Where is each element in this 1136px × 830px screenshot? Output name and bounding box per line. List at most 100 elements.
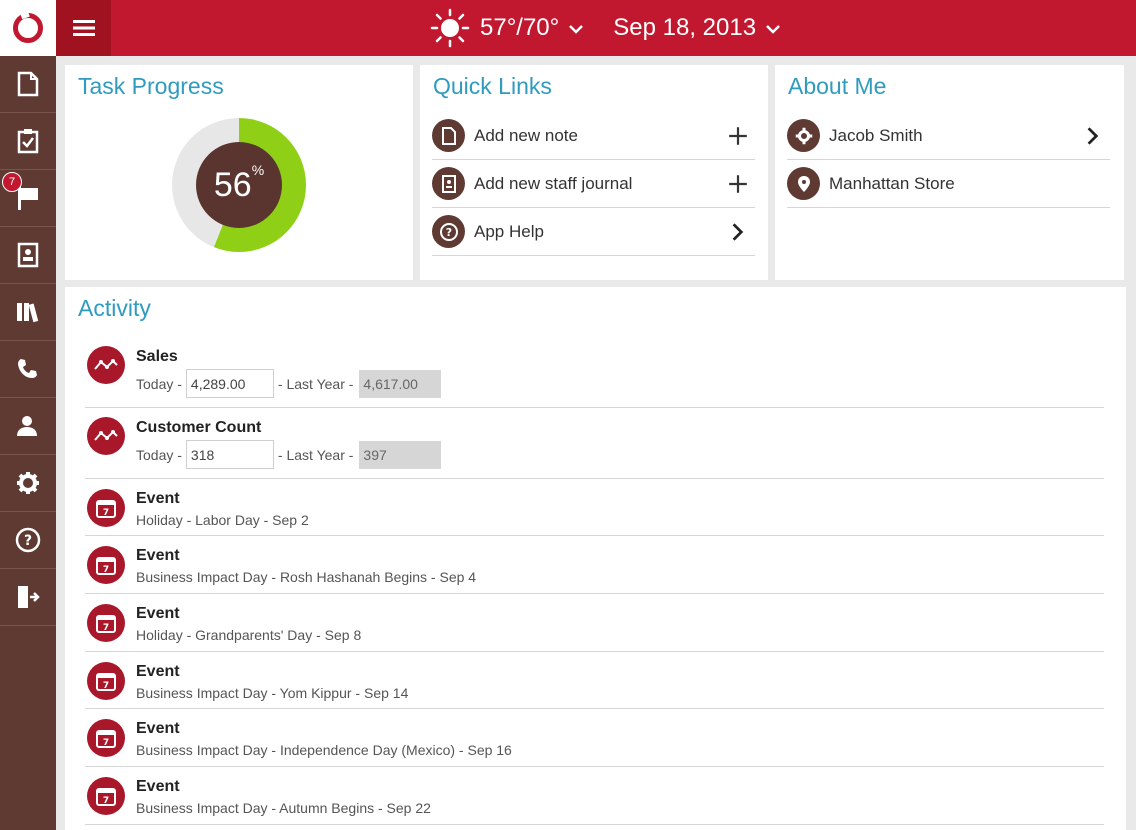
- card-title: Quick Links: [433, 73, 552, 99]
- about-me-store[interactable]: Manhattan Store: [787, 160, 1110, 208]
- activity-event[interactable]: 7 Event Business Impact Day - Yom Kippur…: [85, 652, 1104, 709]
- activity-title: Event: [136, 605, 180, 622]
- app-logo[interactable]: [0, 0, 56, 56]
- sidebar-item-contacts[interactable]: [0, 227, 56, 284]
- card-title: Activity: [78, 295, 151, 321]
- top-bar: 57°/70° Sep 18, 2013: [0, 0, 1136, 56]
- store-name: Manhattan Store: [829, 173, 955, 193]
- quick-link-label: Add new note: [474, 125, 578, 145]
- calendar-day: 7: [103, 796, 109, 806]
- activity-title: Event: [136, 778, 180, 795]
- plus-icon[interactable]: [727, 125, 749, 147]
- calendar-day: 7: [103, 565, 109, 575]
- clipboard-check-icon: [17, 129, 39, 154]
- notification-badge: 7: [2, 172, 22, 192]
- quick-link-label: Add new staff journal: [474, 173, 633, 193]
- card-title: About Me: [788, 73, 887, 99]
- activity-event[interactable]: 7 Event Holiday - Labor Day - Sep 2: [85, 479, 1104, 536]
- svg-text:?: ?: [24, 533, 32, 549]
- sidebar-item-logout[interactable]: [0, 569, 56, 626]
- sidebar-item-documents[interactable]: [0, 56, 56, 113]
- progress-donut: 56 %: [172, 118, 306, 252]
- activity-metric-sales: Sales Today - - Last Year - 4,617.00: [85, 337, 1104, 408]
- hamburger-icon: [72, 20, 95, 36]
- sales-today-input[interactable]: [185, 369, 274, 398]
- last-year-label: - Last Year -: [277, 375, 354, 392]
- sidebar-item-settings[interactable]: [0, 455, 56, 512]
- svg-text:?: ?: [445, 226, 451, 239]
- date-selector[interactable]: Sep 18, 2013: [613, 14, 756, 42]
- user-name: Jacob Smith: [829, 125, 923, 145]
- today-label: Today -: [136, 375, 182, 392]
- sidebar-item-library[interactable]: [0, 284, 56, 341]
- progress-unit: %: [251, 162, 265, 178]
- activity-detail: Business Impact Day - Independence Day (…: [136, 742, 512, 758]
- last-year-label: - Last Year -: [277, 446, 354, 463]
- chevron-down-icon[interactable]: [766, 24, 780, 34]
- quick-link-app-help[interactable]: ? App Help: [432, 208, 755, 256]
- about-me-card: About Me Jacob Smith Manhattan Store: [775, 65, 1124, 280]
- calendar-icon: 7: [87, 662, 125, 700]
- calendar-day: 7: [103, 738, 109, 748]
- today-label: Today -: [136, 446, 182, 463]
- weather-temperature[interactable]: 57°/70°: [480, 14, 559, 42]
- quick-links-card: Quick Links Add new note Add new staff j…: [420, 65, 768, 280]
- calendar-icon: 7: [87, 546, 125, 584]
- activity-detail: Business Impact Day - Rosh Hashanah Begi…: [136, 569, 477, 585]
- sidebar-item-phone[interactable]: [0, 341, 56, 398]
- activity-detail: Holiday - Grandparents' Day - Sep 8: [136, 627, 362, 643]
- books-icon: [17, 303, 39, 323]
- sidebar-item-help[interactable]: ?: [0, 512, 56, 569]
- calendar-icon: 7: [87, 719, 125, 757]
- chevron-right-icon[interactable]: [1082, 125, 1104, 147]
- sun-icon: [430, 8, 470, 48]
- phone-icon: [18, 359, 37, 378]
- quick-link-add-journal[interactable]: Add new staff journal: [432, 160, 755, 208]
- activity-detail: Business Impact Day - Yom Kippur - Sep 1…: [136, 685, 409, 701]
- sidebar-item-users[interactable]: [0, 398, 56, 455]
- customer-today-input[interactable]: [185, 440, 274, 469]
- activity-metric-customer-count: Customer Count Today - - Last Year - 397: [85, 408, 1104, 479]
- help-icon: ?: [432, 215, 465, 248]
- progress-value: 56: [213, 165, 252, 204]
- calendar-icon: 7: [87, 777, 125, 815]
- menu-button[interactable]: [56, 0, 111, 56]
- activity-event[interactable]: 7 Event Holiday - Grandparents' Day - Se…: [85, 594, 1104, 652]
- activity-event[interactable]: 7 Event Business Impact Day - Independen…: [85, 709, 1104, 767]
- progress-center: 56 %: [196, 142, 282, 228]
- note-icon: [432, 119, 465, 152]
- calendar-icon: 7: [87, 604, 125, 642]
- activity-card: Activity Sales Today - - Last Year - 4,6…: [65, 287, 1126, 830]
- user-icon: [17, 416, 37, 436]
- document-icon: [17, 71, 39, 97]
- sidebar-item-tasks[interactable]: [0, 113, 56, 170]
- gear-icon: [17, 472, 39, 494]
- activity-title: Event: [136, 547, 180, 564]
- gear-icon: [787, 119, 820, 152]
- activity-title: Event: [136, 720, 180, 737]
- activity-event[interactable]: 7 Event Business Impact Day - Autumn Beg…: [85, 767, 1104, 825]
- journal-icon: [432, 167, 465, 200]
- plus-icon[interactable]: [727, 173, 749, 195]
- quick-link-label: App Help: [474, 221, 544, 241]
- activity-title: Event: [136, 490, 180, 507]
- sales-last-year-value: 4,617.00: [359, 369, 442, 398]
- about-me-profile[interactable]: Jacob Smith: [787, 112, 1110, 160]
- chevron-down-icon[interactable]: [569, 24, 584, 34]
- calendar-day: 7: [103, 623, 109, 633]
- metric-values: Today - - Last Year - 397: [136, 440, 442, 469]
- metric-values: Today - - Last Year - 4,617.00: [136, 369, 442, 398]
- activity-detail: Business Impact Day - Autumn Begins - Se…: [136, 800, 431, 816]
- calendar-day: 7: [103, 681, 109, 691]
- chevron-right-icon[interactable]: [727, 221, 749, 243]
- activity-detail: Holiday - Labor Day - Sep 2: [136, 512, 309, 528]
- help-icon: ?: [15, 527, 41, 553]
- location-pin-icon: [787, 167, 820, 200]
- calendar-day: 7: [103, 508, 109, 518]
- activity-event[interactable]: 7 Event Business Impact Day - Rosh Hasha…: [85, 536, 1104, 594]
- card-title: Task Progress: [78, 73, 224, 99]
- quick-link-add-note[interactable]: Add new note: [432, 112, 755, 160]
- sidebar: 7 ?: [0, 56, 56, 830]
- logo-ring-icon: [13, 13, 43, 43]
- calendar-icon: 7: [87, 489, 125, 527]
